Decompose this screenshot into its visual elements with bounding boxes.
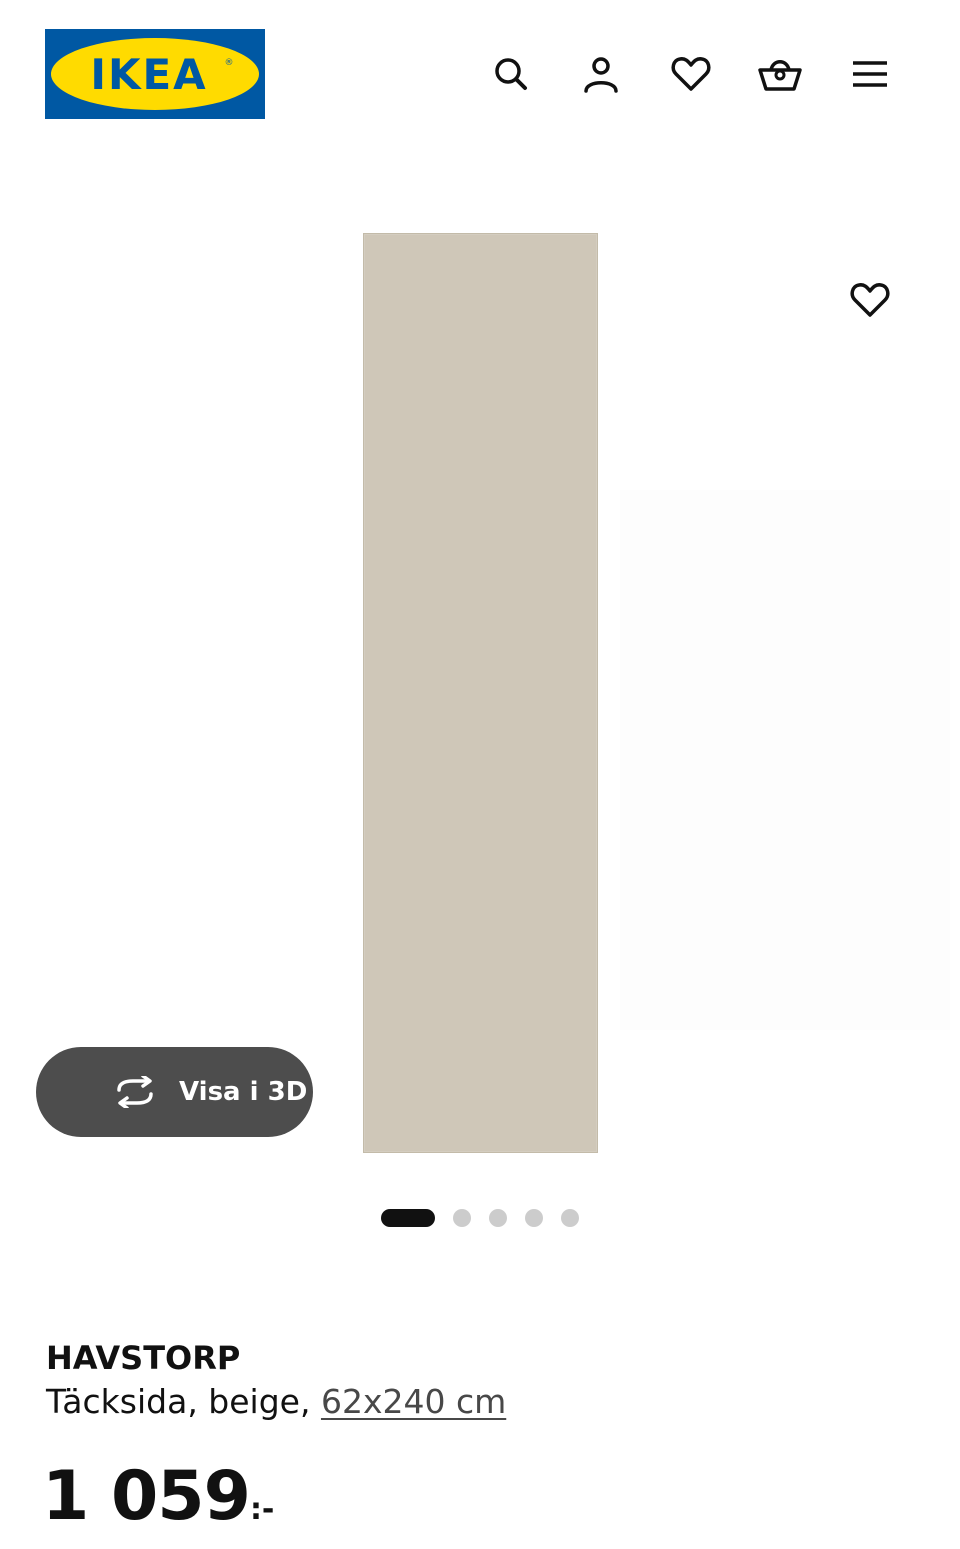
product-type-text: Täcksida, beige, bbox=[46, 1382, 321, 1421]
heart-icon bbox=[670, 54, 712, 94]
product-size-link[interactable]: 62x240 cm bbox=[321, 1382, 506, 1421]
price-amount: 1 059 bbox=[42, 1457, 251, 1536]
search-icon bbox=[491, 54, 531, 94]
product-price: 1 059:- bbox=[42, 1455, 274, 1539]
product-name: HAVSTORP bbox=[46, 1339, 241, 1377]
product-gallery: Visa i 3D bbox=[0, 150, 960, 1250]
view-3d-button[interactable]: Visa i 3D bbox=[36, 1047, 313, 1137]
svg-text:®: ® bbox=[225, 58, 234, 68]
image-background bbox=[620, 490, 950, 1030]
ikea-logo[interactable]: IKEA ® bbox=[45, 29, 265, 119]
product-description: Täcksida, beige, 62x240 cm bbox=[46, 1380, 506, 1424]
price-suffix: :- bbox=[249, 1492, 275, 1527]
carousel-indicators bbox=[0, 1208, 960, 1228]
user-icon bbox=[581, 54, 621, 94]
search-button[interactable] bbox=[487, 50, 535, 98]
menu-icon bbox=[850, 54, 890, 94]
account-button[interactable] bbox=[577, 50, 625, 98]
add-to-favourites-button[interactable] bbox=[846, 278, 894, 326]
favourites-button[interactable] bbox=[667, 50, 715, 98]
carousel-dot[interactable] bbox=[525, 1209, 543, 1227]
basket-icon bbox=[757, 54, 803, 94]
product-image[interactable] bbox=[363, 233, 598, 1153]
cart-button[interactable] bbox=[756, 50, 804, 98]
site-header: IKEA ® bbox=[0, 0, 960, 150]
rotate-3d-icon bbox=[111, 1074, 159, 1110]
svg-text:IKEA: IKEA bbox=[90, 50, 207, 99]
menu-button[interactable] bbox=[846, 50, 894, 98]
carousel-dot[interactable] bbox=[489, 1209, 507, 1227]
carousel-dot[interactable] bbox=[561, 1209, 579, 1227]
carousel-dot-active[interactable] bbox=[381, 1209, 435, 1227]
heart-icon bbox=[849, 280, 891, 324]
view-3d-label: Visa i 3D bbox=[179, 1077, 308, 1107]
carousel-dot[interactable] bbox=[453, 1209, 471, 1227]
